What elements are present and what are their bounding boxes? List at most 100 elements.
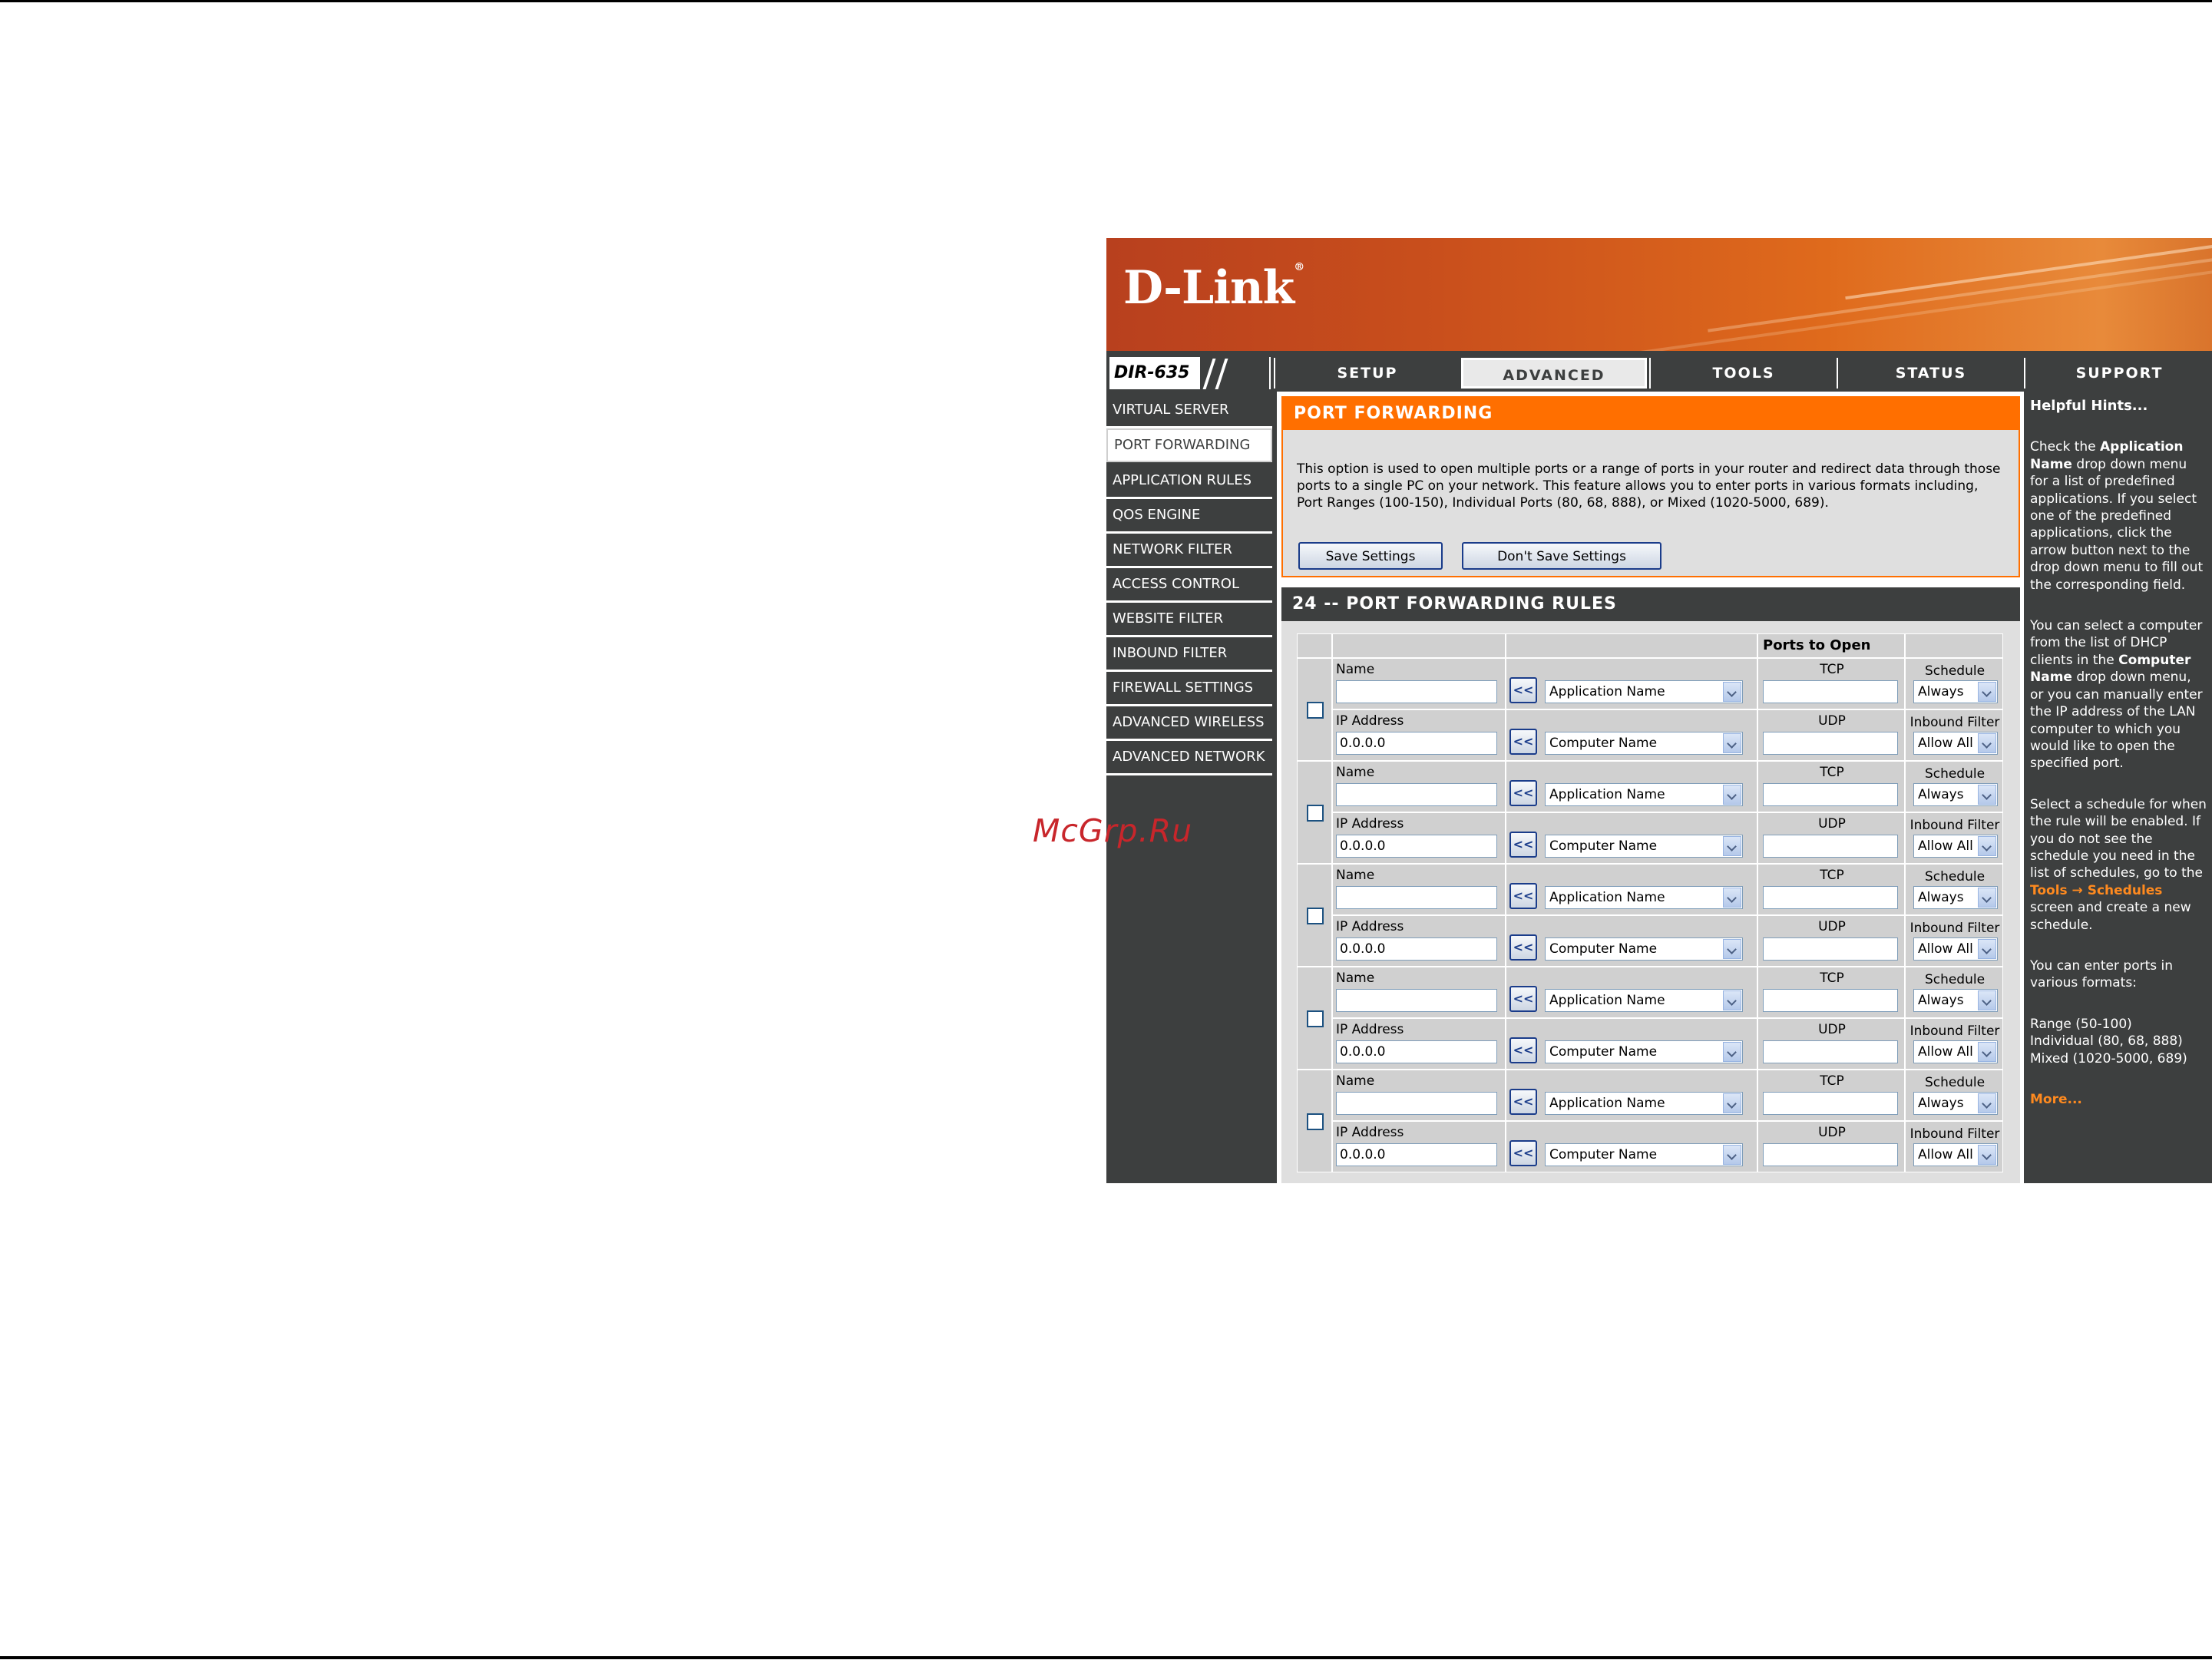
save-settings-button[interactable]: Save Settings	[1298, 542, 1443, 570]
tools-schedules-link[interactable]: Tools → Schedules	[2030, 883, 2162, 898]
chevron-down-icon[interactable]	[1978, 1042, 1996, 1062]
chevron-down-icon[interactable]	[1723, 1042, 1741, 1062]
udp-ports-input[interactable]	[1763, 937, 1898, 961]
tcp-ports-input[interactable]	[1763, 680, 1898, 703]
chevron-down-icon[interactable]	[1723, 888, 1741, 908]
chevron-down-icon[interactable]	[1723, 785, 1741, 805]
chevron-down-icon[interactable]	[1978, 682, 1996, 702]
name-input[interactable]	[1336, 1092, 1497, 1115]
fill-application-button[interactable]: <<	[1509, 780, 1537, 806]
schedule-select[interactable]: Always	[1913, 989, 1998, 1012]
computer-name-select[interactable]: Computer Name	[1545, 835, 1743, 858]
inbound-filter-select[interactable]: Allow All	[1913, 732, 1998, 755]
tab-status[interactable]: STATUS	[1837, 358, 2024, 389]
schedule-select[interactable]: Always	[1913, 783, 1998, 806]
ip-address-input[interactable]: 0.0.0.0	[1336, 835, 1497, 858]
application-name-select[interactable]: Application Name	[1545, 886, 1743, 909]
sidebar-item-access-control[interactable]: ACCESS CONTROL	[1106, 568, 1272, 603]
tcp-ports-input[interactable]	[1763, 989, 1898, 1012]
sidebar-item-firewall-settings[interactable]: FIREWALL SETTINGS	[1106, 672, 1272, 706]
name-input[interactable]	[1336, 886, 1497, 909]
chevron-down-icon[interactable]	[1978, 990, 1996, 1010]
ip-address-input[interactable]: 0.0.0.0	[1336, 1143, 1497, 1166]
inbound-filter-select[interactable]: Allow All	[1913, 835, 1998, 858]
computer-name-select[interactable]: Computer Name	[1545, 937, 1743, 961]
fill-computer-button[interactable]: <<	[1509, 729, 1537, 755]
chevron-down-icon[interactable]	[1723, 1093, 1741, 1113]
inbound-filter-select[interactable]: Allow All	[1913, 937, 1998, 961]
tab-tools[interactable]: TOOLS	[1649, 358, 1837, 389]
name-input[interactable]	[1336, 783, 1497, 806]
tcp-cell: TCP	[1757, 1070, 1905, 1121]
enable-checkbox[interactable]	[1307, 1113, 1324, 1130]
chevron-down-icon[interactable]	[1978, 785, 1996, 805]
chevron-down-icon[interactable]	[1723, 733, 1741, 753]
fill-application-button[interactable]: <<	[1509, 1089, 1537, 1115]
name-input[interactable]	[1336, 989, 1497, 1012]
inbound-filter-select[interactable]: Allow All	[1913, 1143, 1998, 1166]
fill-computer-button[interactable]: <<	[1509, 934, 1537, 961]
tcp-ports-input[interactable]	[1763, 783, 1898, 806]
tcp-label: TCP	[1820, 971, 1844, 986]
application-name-select[interactable]: Application Name	[1545, 989, 1743, 1012]
name-input[interactable]	[1336, 680, 1497, 703]
chevron-down-icon[interactable]	[1723, 1145, 1741, 1165]
schedule-select[interactable]: Always	[1913, 680, 1998, 703]
tab-support[interactable]: SUPPORT	[2024, 358, 2212, 389]
sidebar-item-inbound-filter[interactable]: INBOUND FILTER	[1106, 637, 1272, 672]
fill-application-button[interactable]: <<	[1509, 883, 1537, 909]
chevron-down-icon[interactable]	[1978, 1093, 1996, 1113]
sidebar-item-advanced-network[interactable]: ADVANCED NETWORK	[1106, 741, 1272, 775]
tcp-ports-input[interactable]	[1763, 886, 1898, 909]
sidebar-item-qos-engine[interactable]: QOS ENGINE	[1106, 499, 1272, 534]
computer-name-select[interactable]: Computer Name	[1545, 1040, 1743, 1063]
udp-ports-input[interactable]	[1763, 732, 1898, 755]
fill-computer-button[interactable]: <<	[1509, 1140, 1537, 1166]
fill-computer-button[interactable]: <<	[1509, 832, 1537, 858]
ip-address-input[interactable]: 0.0.0.0	[1336, 937, 1497, 961]
fill-application-button[interactable]: <<	[1509, 677, 1537, 703]
computer-name-select[interactable]: Computer Name	[1545, 732, 1743, 755]
chevron-down-icon[interactable]	[1978, 939, 1996, 959]
schedule-select[interactable]: Always	[1913, 1092, 1998, 1115]
chevron-down-icon[interactable]	[1978, 1145, 1996, 1165]
chevron-down-icon[interactable]	[1723, 939, 1741, 959]
enable-checkbox[interactable]	[1307, 908, 1324, 924]
fill-computer-button[interactable]: <<	[1509, 1037, 1537, 1063]
dont-save-settings-button[interactable]: Don't Save Settings	[1462, 542, 1661, 570]
fill-application-button[interactable]: <<	[1509, 986, 1537, 1012]
chevron-down-icon[interactable]	[1723, 836, 1741, 856]
ip-address-input[interactable]: 0.0.0.0	[1336, 1040, 1497, 1063]
more-link[interactable]: More...	[2030, 1091, 2208, 1108]
application-name-select[interactable]: Application Name	[1545, 680, 1743, 703]
chevron-down-icon[interactable]	[1978, 836, 1996, 856]
computer-name-select[interactable]: Computer Name	[1545, 1143, 1743, 1166]
computer-name-value: Computer Name	[1549, 1044, 1658, 1060]
application-name-select[interactable]: Application Name	[1545, 1092, 1743, 1115]
tcp-ports-input[interactable]	[1763, 1092, 1898, 1115]
udp-ports-input[interactable]	[1763, 1040, 1898, 1063]
sidebar-item-virtual-server[interactable]: VIRTUAL SERVER	[1106, 394, 1272, 428]
sidebar-item-website-filter[interactable]: WEBSITE FILTER	[1106, 603, 1272, 637]
application-name-select[interactable]: Application Name	[1545, 783, 1743, 806]
inbound-filter-select[interactable]: Allow All	[1913, 1040, 1998, 1063]
sidebar-item-network-filter[interactable]: NETWORK FILTER	[1106, 534, 1272, 568]
chevron-down-icon[interactable]	[1978, 888, 1996, 908]
udp-ports-input[interactable]	[1763, 1143, 1898, 1166]
chevron-down-icon[interactable]	[1723, 682, 1741, 702]
enable-checkbox[interactable]	[1307, 702, 1324, 719]
chevron-down-icon[interactable]	[1723, 990, 1741, 1010]
tab-setup[interactable]: SETUP	[1274, 358, 1460, 389]
udp-ports-input[interactable]	[1763, 835, 1898, 858]
tab-advanced[interactable]: ADVANCED	[1461, 358, 1647, 389]
ip-label: IP Address	[1336, 1125, 1404, 1140]
enable-checkbox[interactable]	[1307, 1010, 1324, 1027]
ip-address-input[interactable]: 0.0.0.0	[1336, 732, 1497, 755]
enable-checkbox[interactable]	[1307, 805, 1324, 822]
chevron-down-icon[interactable]	[1978, 733, 1996, 753]
sidebar-item-application-rules[interactable]: APPLICATION RULES	[1106, 465, 1272, 499]
sidebar-item-advanced-wireless[interactable]: ADVANCED WIRELESS	[1106, 706, 1272, 741]
schedule-select[interactable]: Always	[1913, 886, 1998, 909]
inbound-cell: Inbound Filter Allow All	[1905, 915, 2003, 967]
sidebar-item-port-forwarding[interactable]: PORT FORWARDING	[1106, 428, 1272, 462]
